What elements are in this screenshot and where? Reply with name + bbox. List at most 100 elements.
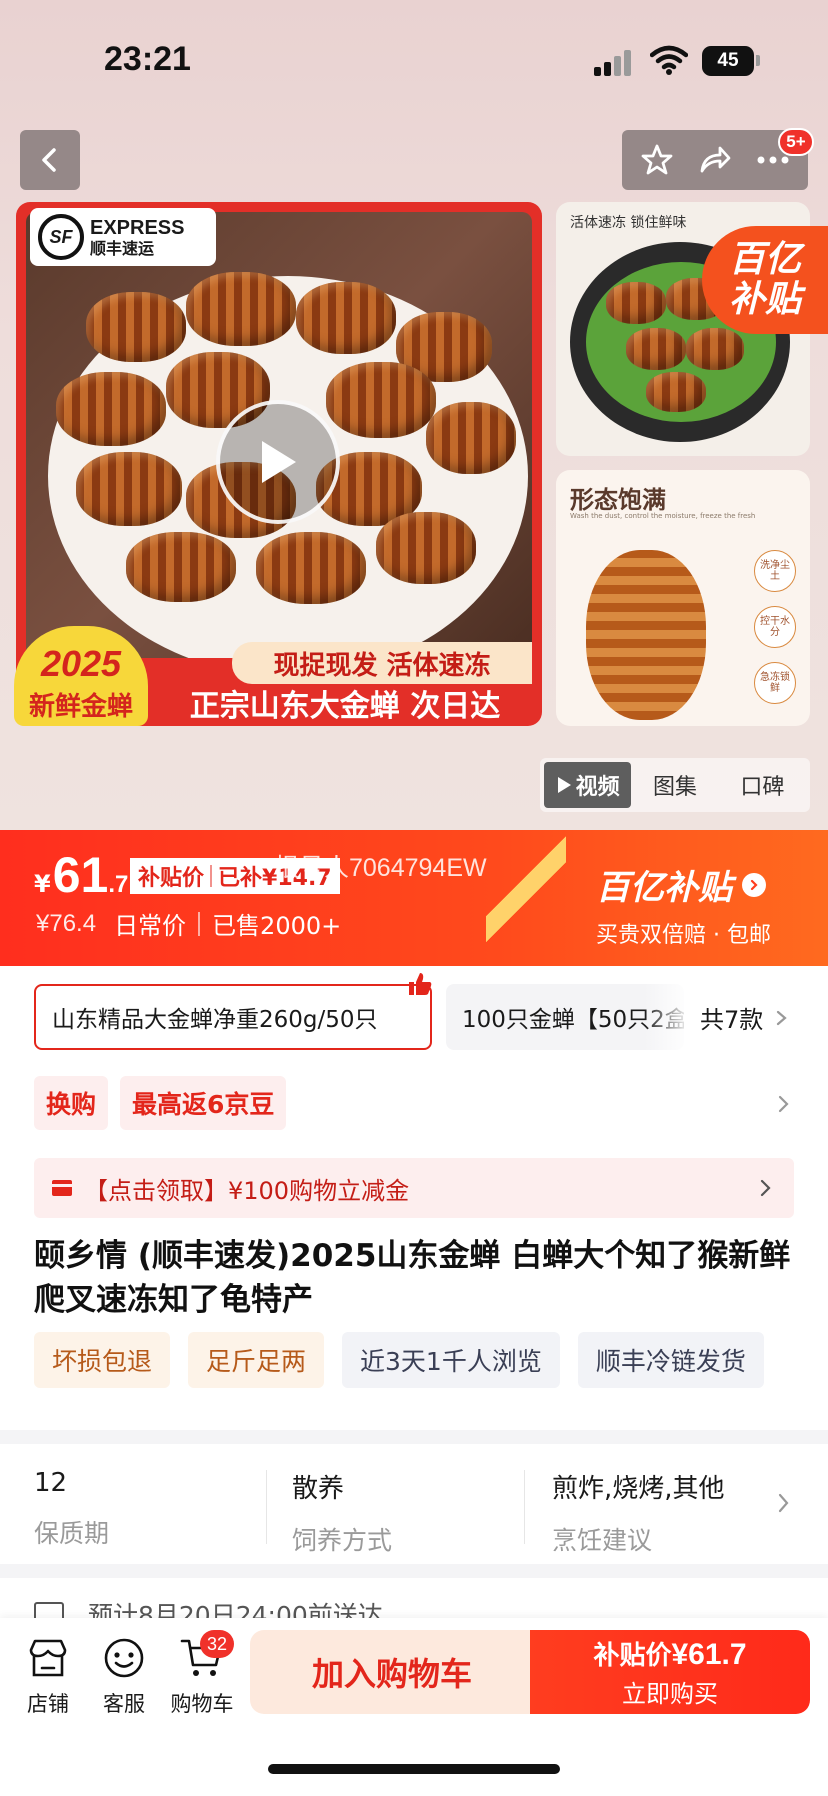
- coupon-banner[interactable]: 【点击领取】¥100购物立减金: [34, 1158, 794, 1218]
- feature-tag: 坏损包退: [34, 1332, 171, 1388]
- cart-label: 购物车: [170, 1692, 234, 1716]
- sf-logo-en: EXPRESS: [90, 216, 185, 239]
- thumbs-up-icon: [409, 973, 432, 995]
- cicada-graphic: [126, 532, 236, 602]
- tab-reviews[interactable]: 口碑: [719, 762, 806, 808]
- sf-express-logo: SF EXPRESS 顺丰速运: [30, 208, 216, 266]
- feature-tag: 足斤足两: [188, 1332, 325, 1388]
- customer-service-button[interactable]: 客服: [92, 1636, 156, 1718]
- spec-value: 煎炸,烧烤,其他: [552, 1474, 725, 1504]
- cicada-graphic: [56, 372, 166, 446]
- spec-divider: [266, 1470, 267, 1544]
- sf-logo-cn: 顺丰速运: [90, 238, 155, 258]
- product-specs[interactable]: 12 保质期 散养 饲养方式 煎炸,烧烤,其他 烹饪建议: [0, 1444, 828, 1564]
- chevron-left-icon: [42, 148, 56, 172]
- buy-now-button[interactable]: 补贴价¥61.7 立即购买: [530, 1630, 810, 1714]
- spec-label: 烹饪建议: [552, 1526, 653, 1555]
- cicada-graphic: [326, 362, 436, 438]
- store-label: 店铺: [27, 1692, 69, 1716]
- sku-count: 共7款: [700, 1006, 764, 1034]
- original-price: ¥76.4: [36, 909, 97, 937]
- cicada-graphic: [86, 292, 186, 362]
- sku-option-selected[interactable]: 山东精品大金蝉净重260g/50只: [34, 984, 432, 1050]
- section-divider: [0, 1430, 828, 1444]
- battery-indicator: 45: [702, 46, 754, 76]
- thumbnail-caption: 活体速冻 锁住鲜味: [570, 215, 687, 231]
- subsidy-promo-tag: 百亿 补贴: [702, 226, 828, 334]
- cart-count-badge: 32: [200, 1630, 234, 1658]
- tab-gallery[interactable]: 图集: [631, 762, 718, 808]
- year-badge-year: 2025: [40, 643, 122, 684]
- cicada-graphic: [606, 282, 666, 324]
- promo-chevron-right-icon[interactable]: [776, 1094, 792, 1114]
- lightning-decoration: [486, 830, 566, 966]
- spec-value: 散养: [292, 1474, 345, 1504]
- tab-video[interactable]: 视频: [544, 762, 632, 808]
- feature-seal: 洗净尘土: [754, 550, 796, 592]
- spec-farming: 散养 饲养方式: [292, 1468, 512, 1557]
- tab-video-label: 视频: [575, 775, 620, 800]
- cicada-graphic: [76, 452, 182, 526]
- price-decimal: .7: [108, 871, 129, 898]
- sf-logo-mark: SF: [38, 214, 84, 260]
- spec-label: 饲养方式: [292, 1526, 393, 1555]
- cellular-signal-icon: [594, 48, 636, 76]
- message-badge: 5+: [778, 128, 814, 156]
- original-price-label: 日常价: [114, 912, 187, 940]
- play-video-button[interactable]: [216, 400, 340, 524]
- add-to-cart-button[interactable]: 加入购物车: [250, 1630, 534, 1714]
- customer-service-label: 客服: [103, 1692, 145, 1716]
- subsidy-tag-line2: 补贴: [728, 279, 801, 320]
- subsidy-tag-line1: 百亿: [728, 239, 801, 281]
- back-button[interactable]: [20, 130, 80, 190]
- promo-chip-trade-in[interactable]: 换购: [34, 1076, 109, 1130]
- cicada-graphic: [376, 512, 476, 584]
- product-title: 颐乡情 (顺丰速发)2025山东金蝉 白蝉大个知了猴新鲜爬叉速冻知了龟特产: [34, 1238, 791, 1318]
- subsidy-price-label: 补贴价: [138, 866, 205, 891]
- buy-price-label: 补贴价: [593, 1641, 672, 1671]
- spec-value: 12: [34, 1468, 68, 1498]
- coupon-chevron-right-icon: [760, 1179, 771, 1197]
- price-integer: 61: [52, 847, 109, 903]
- share-icon[interactable]: [690, 135, 740, 185]
- gallery-thumbnail-2[interactable]: 形态饱满 Wash the dust, control the moisture…: [556, 470, 810, 726]
- wifi-icon: [650, 45, 688, 75]
- store-button[interactable]: 店铺: [16, 1636, 80, 1718]
- price-currency: ¥: [34, 870, 51, 898]
- status-bar: 23:21 45: [0, 0, 828, 120]
- favorite-star-icon[interactable]: [632, 135, 682, 185]
- specs-chevron-right-icon: [778, 1493, 789, 1513]
- status-time: 23:21: [104, 40, 191, 78]
- feature-seal: 急冻锁鲜: [754, 662, 796, 704]
- promotion-chips[interactable]: 换购 最高返6京豆: [34, 1076, 298, 1130]
- feature-seal: 控干水分: [754, 606, 796, 648]
- battery-cap: [756, 55, 760, 66]
- current-price: ¥ 61 .7: [34, 846, 128, 904]
- cicada-graphic: [256, 532, 366, 604]
- cicada-graphic: [426, 402, 516, 474]
- cicada-graphic: [646, 372, 706, 412]
- home-indicator: [268, 1764, 560, 1774]
- subsidy-program-benefits: 买贵双倍赔 · 包邮: [596, 923, 771, 948]
- chevron-right-icon: [777, 1010, 787, 1025]
- cicada-graphic: [296, 282, 396, 354]
- service-features: 坏损包退 足斤足两 近3天1千人浏览 顺丰冷链发货: [34, 1332, 828, 1388]
- year-badge-text: 新鲜金蝉: [28, 692, 133, 722]
- promo-chip-jingdou[interactable]: 最高返6京豆: [120, 1076, 287, 1130]
- banner-main-text: 正宗山东大金蝉 次日达: [189, 689, 501, 724]
- card-icon: [52, 1180, 72, 1196]
- cicada-graphic: [626, 328, 686, 370]
- price-details: ¥76.4 日常价 已售2000+: [36, 906, 341, 941]
- play-icon: [262, 441, 296, 483]
- cicada-graphic: [686, 328, 744, 370]
- buy-now-label: 立即购买: [622, 1680, 718, 1708]
- sold-count: 已售2000+: [212, 912, 342, 940]
- subsidy-program-link[interactable]: 百亿补贴 买贵双倍赔 · 包邮: [596, 860, 771, 949]
- play-triangle-icon: [557, 777, 571, 793]
- section-divider: [0, 1564, 828, 1578]
- thumbnail-title: 形态饱满: [570, 486, 666, 514]
- cicada-graphic: [186, 272, 296, 346]
- buy-price: ¥61.7: [671, 1638, 747, 1671]
- sku-count-link[interactable]: 共7款: [700, 1000, 791, 1035]
- banner-top-text: 现捉现发 活体速冻: [232, 642, 532, 684]
